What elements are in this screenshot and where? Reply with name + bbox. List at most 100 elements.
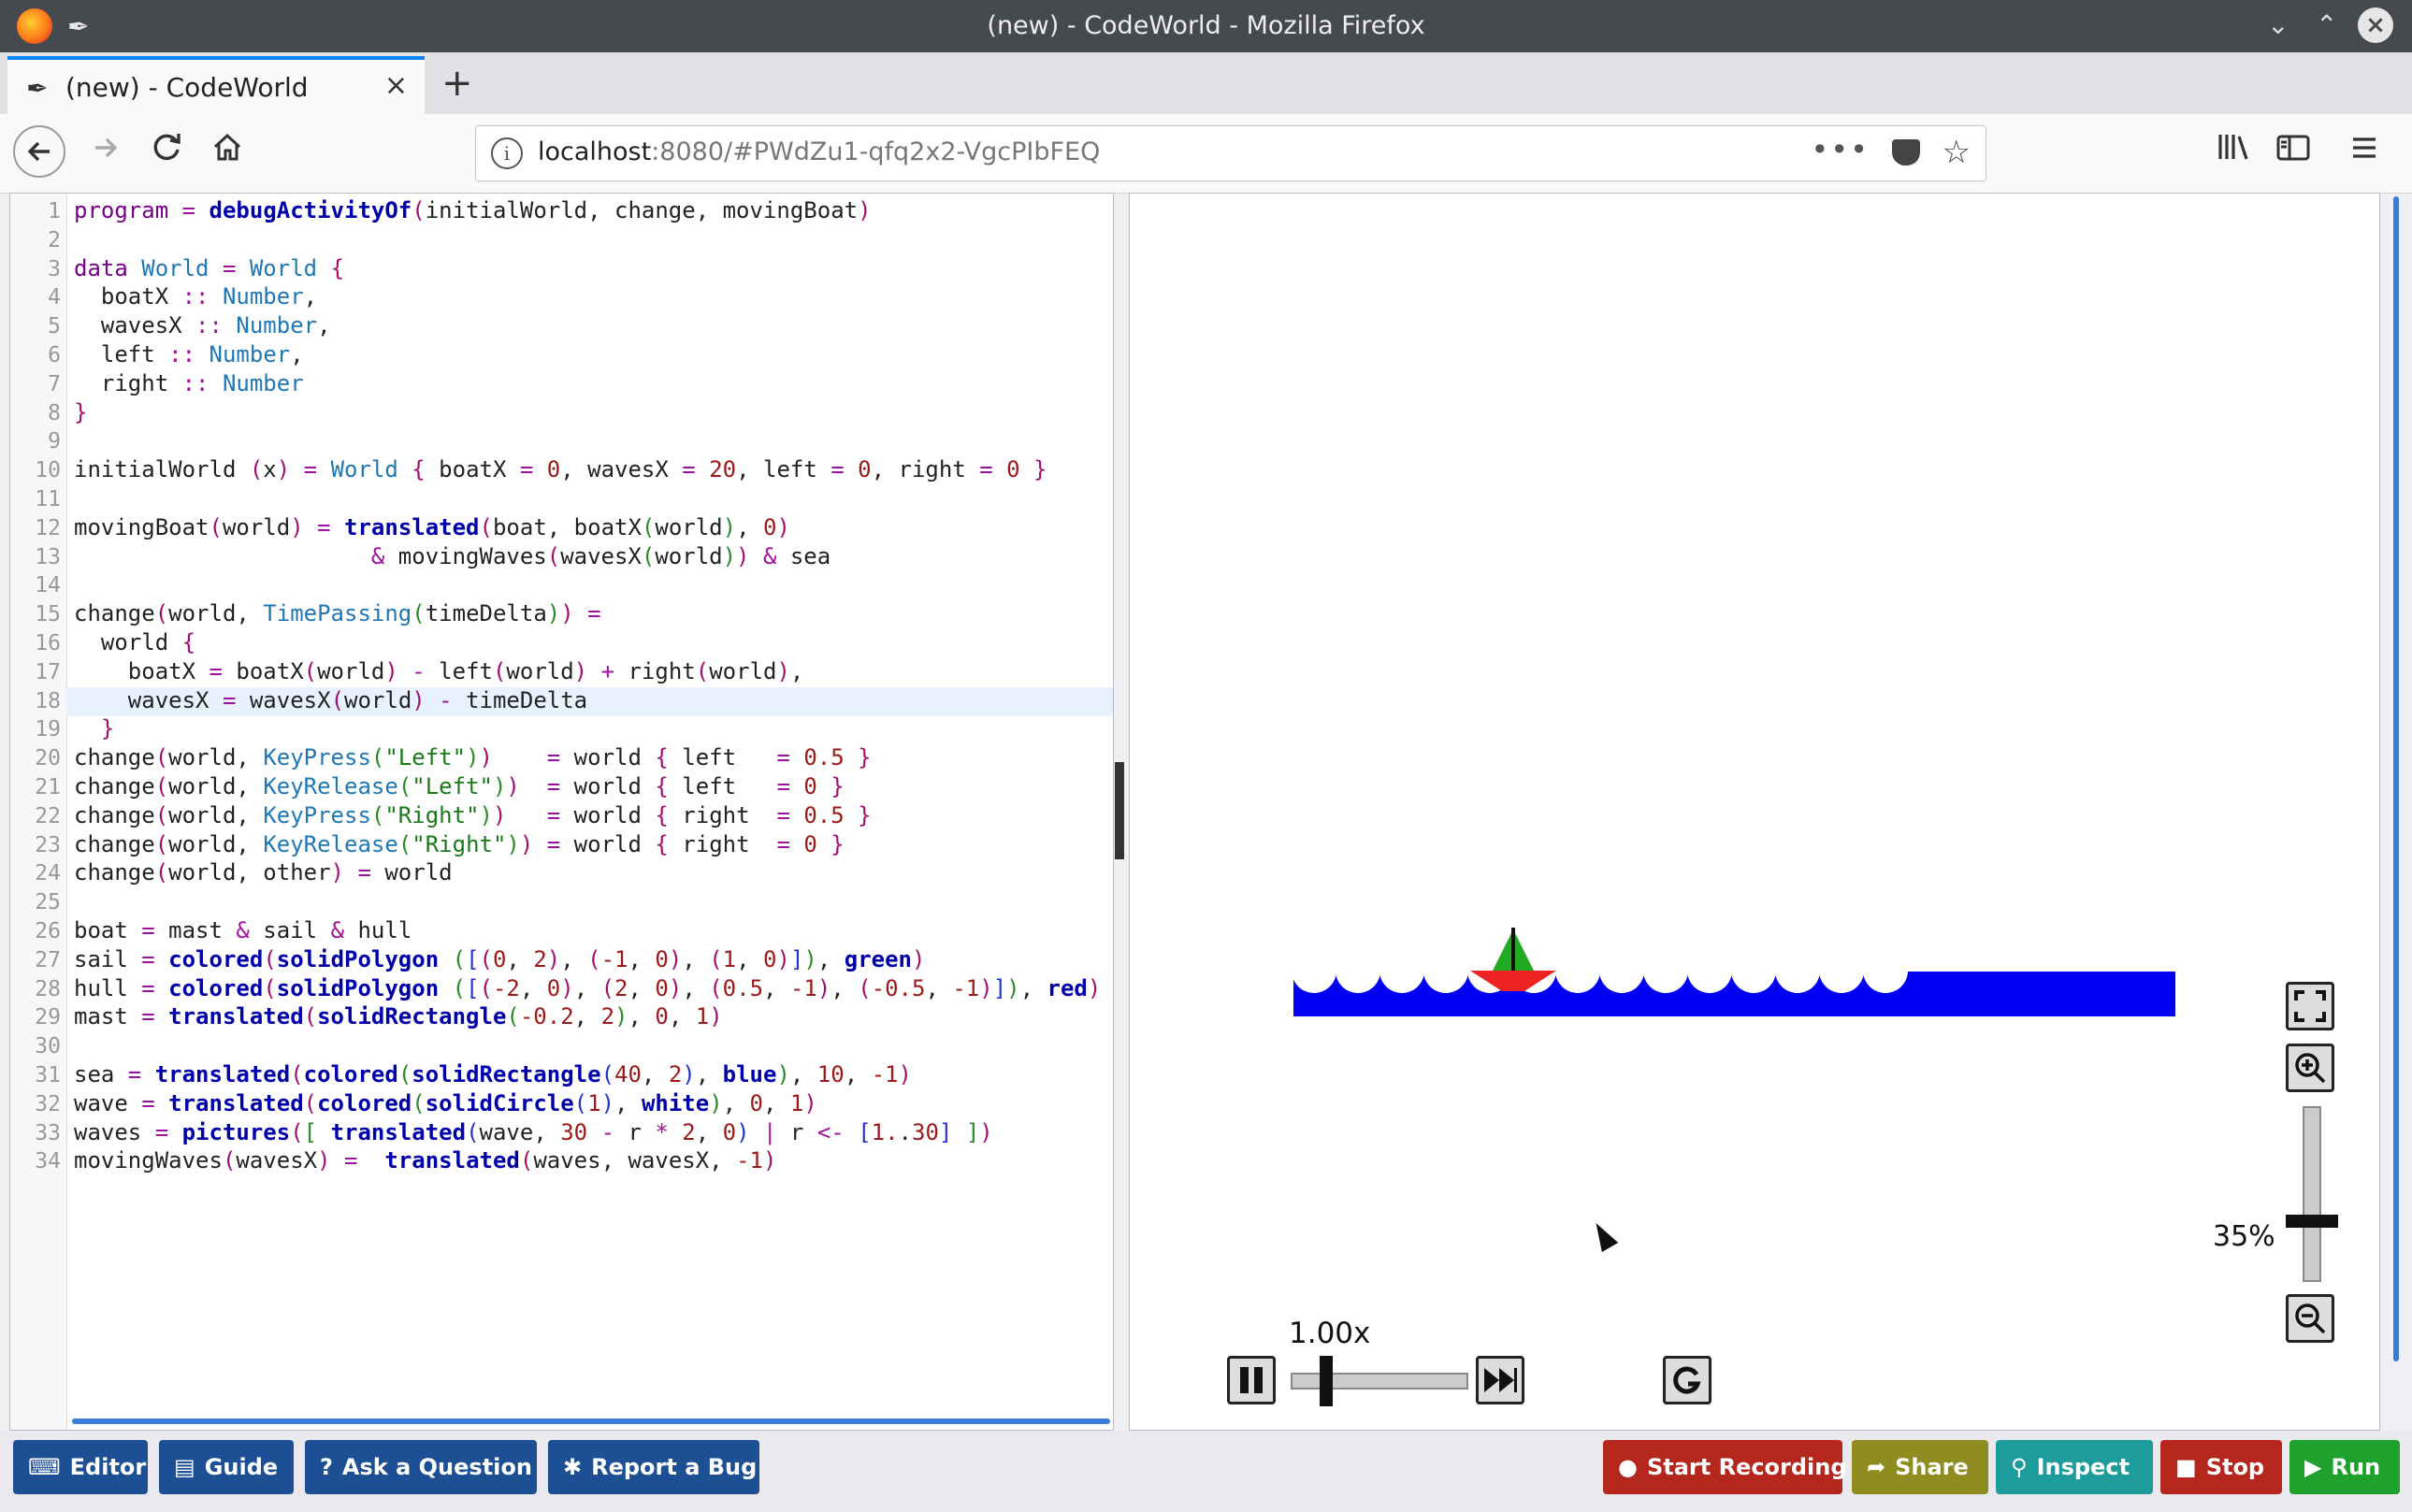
line-number: 12 xyxy=(35,515,61,540)
code-line[interactable]: data World = World { xyxy=(74,255,344,281)
code-line[interactable]: movingBoat(world) = translated(boat, boa… xyxy=(74,514,790,540)
speed-slider-handle[interactable] xyxy=(1319,1356,1333,1406)
code-line[interactable]: sea = translated(colored(solidRectangle(… xyxy=(74,1061,912,1087)
code-line[interactable]: change(world, KeyPress("Right")) = world… xyxy=(74,802,872,828)
tab-close-icon[interactable]: × xyxy=(384,69,408,102)
site-info-icon[interactable]: i xyxy=(491,137,523,169)
code-line[interactable]: boatX :: Number, xyxy=(74,283,317,310)
code-line[interactable]: world { xyxy=(74,629,195,655)
code-line[interactable]: change(world, KeyRelease("Left")) = worl… xyxy=(74,773,845,799)
code-line[interactable]: movingWaves(wavesX) = translated(waves, … xyxy=(74,1147,776,1174)
home-icon xyxy=(213,133,241,161)
line-number: 30 xyxy=(35,1034,61,1059)
fast-forward-button[interactable] xyxy=(1476,1356,1524,1404)
share-label: Share xyxy=(1895,1454,1969,1480)
line-number: 16 xyxy=(35,631,61,655)
url-path: :8080/#PWdZu1-qfq2x2-VgcPIbFEQ xyxy=(651,137,1101,166)
wave-circle xyxy=(1643,948,1688,993)
share-button[interactable]: ➦ Share xyxy=(1852,1440,1988,1494)
code-line[interactable]: wavesX = wavesX(world) - timeDelta xyxy=(74,687,587,713)
back-arrow-icon xyxy=(27,141,50,162)
code-line[interactable]: hull = colored(solidPolygon ([(-2, 0), (… xyxy=(74,975,1101,1001)
menu-icon[interactable] xyxy=(2349,133,2379,170)
pocket-icon[interactable] xyxy=(1892,139,1920,166)
record-icon: ● xyxy=(1618,1454,1638,1480)
window-titlebar: ✒ (new) - CodeWorld - Mozilla Firefox ⌄ … xyxy=(0,0,2412,52)
zoom-slider-handle[interactable] xyxy=(2286,1215,2338,1229)
window-close-icon[interactable]: × xyxy=(2358,7,2393,43)
line-number: 9 xyxy=(48,429,61,454)
output-canvas[interactable] xyxy=(1129,193,2380,1431)
run-button[interactable]: ▶ Run xyxy=(2289,1440,2400,1494)
code-line[interactable]: boatX = boatX(world) - left(world) + rig… xyxy=(74,658,804,684)
editor-button[interactable]: ⌨ Editor xyxy=(13,1440,148,1494)
code-line[interactable]: boat = mast & sail & hull xyxy=(74,917,412,943)
share-icon: ➦ xyxy=(1867,1454,1886,1480)
sidebar-toggle-icon[interactable] xyxy=(2276,133,2310,170)
ask-question-button[interactable]: ? Ask a Question xyxy=(305,1440,537,1494)
inspect-button[interactable]: ⚲ Inspect xyxy=(1996,1440,2153,1494)
editor-button-label: Editor xyxy=(69,1454,147,1480)
new-tab-button[interactable]: + xyxy=(441,62,473,105)
wave-circle xyxy=(1292,948,1336,993)
vertical-scrollbar[interactable] xyxy=(2393,196,2399,1361)
code-line[interactable]: initialWorld (x) = World { boatX = 0, wa… xyxy=(74,456,1047,482)
code-line[interactable]: program = debugActivityOf(initialWorld, … xyxy=(74,197,872,223)
fullscreen-icon xyxy=(2294,990,2326,1022)
start-recording-button[interactable]: ● Start Recording xyxy=(1603,1440,1847,1494)
page-actions-icon[interactable]: ••• xyxy=(1811,132,1870,167)
guide-button[interactable]: ▤ Guide xyxy=(159,1440,294,1494)
code-line[interactable]: wave = translated(colored(solidCircle(1)… xyxy=(74,1090,817,1116)
library-icon[interactable] xyxy=(2217,131,2254,171)
tab-codeworld[interactable]: ✒ (new) - CodeWorld × xyxy=(7,56,425,114)
code-line[interactable]: waves = pictures([ translated(wave, 30 -… xyxy=(74,1119,993,1145)
wave-circle xyxy=(1687,948,1732,993)
zoom-slider[interactable] xyxy=(2303,1106,2321,1282)
code-line[interactable]: } xyxy=(74,715,114,742)
code-line[interactable]: left :: Number, xyxy=(74,341,304,367)
fullscreen-button[interactable] xyxy=(2286,982,2334,1030)
boat-mast xyxy=(1511,928,1515,974)
url-host: localhost xyxy=(538,137,652,166)
line-number: 28 xyxy=(35,976,61,1001)
forward-button[interactable] xyxy=(92,133,120,170)
back-button[interactable] xyxy=(13,125,65,178)
zoom-in-button[interactable] xyxy=(2286,1044,2334,1092)
code-line[interactable]: change(world, KeyPress("Left")) = world … xyxy=(74,744,872,770)
forward-arrow-icon xyxy=(95,137,118,158)
code-line[interactable]: change(world, other) = world xyxy=(74,859,453,886)
home-button[interactable] xyxy=(211,131,243,171)
pane-splitter[interactable] xyxy=(1115,762,1124,859)
code-line[interactable]: wavesX :: Number, xyxy=(74,312,331,338)
pause-button[interactable] xyxy=(1227,1356,1276,1404)
code-line[interactable]: right :: Number xyxy=(74,370,304,396)
url-bar[interactable]: i localhost:8080/#PWdZu1-qfq2x2-VgcPIbFE… xyxy=(475,125,1986,181)
wave-circle xyxy=(1336,948,1380,993)
code-line[interactable]: & movingWaves(wavesX(world)) & sea xyxy=(74,543,830,569)
code-line[interactable]: change(world, KeyRelease("Right")) = wor… xyxy=(74,831,845,857)
report-bug-button[interactable]: ✱ Report a Bug xyxy=(548,1440,759,1494)
code-line[interactable]: change(world, TimePassing(timeDelta)) = xyxy=(74,600,601,626)
code-editor[interactable]: 1 2 3 4 5 6 7 8 9 10 11 12 13 14 15 16 17 18 19 20 21 22 23 24 2… xyxy=(9,193,1114,1431)
line-number-gutter: 1 2 3 4 5 6 7 8 9 10 11 12 13 14 15 16 17 18 19 20 21 22 23 24 2… xyxy=(10,194,67,1430)
codeworld-favicon-icon: ✒ xyxy=(26,73,49,104)
reload-button[interactable] xyxy=(152,131,183,171)
restart-button[interactable] xyxy=(1663,1356,1712,1404)
maximize-icon[interactable]: ⌃ xyxy=(2316,9,2337,40)
minimize-icon[interactable]: ⌄ xyxy=(2267,9,2289,40)
code-line[interactable]: sail = colored(solidPolygon ([(0, 2), (-… xyxy=(74,946,925,972)
line-number: 21 xyxy=(35,775,61,799)
stop-button[interactable]: ■ Stop xyxy=(2160,1440,2282,1494)
bookmark-star-icon[interactable]: ☆ xyxy=(1943,134,1971,171)
zoom-label: 35% xyxy=(2213,1220,2275,1253)
zoom-out-button[interactable] xyxy=(2286,1294,2334,1343)
code-line[interactable]: mast = translated(solidRectangle(-0.2, 2… xyxy=(74,1003,723,1030)
line-number: 1 xyxy=(48,199,61,223)
wave-circle xyxy=(1819,948,1864,993)
code-line[interactable]: } xyxy=(74,399,87,425)
horizontal-scrollbar[interactable] xyxy=(72,1418,1110,1424)
line-number: 25 xyxy=(35,890,61,915)
speed-slider[interactable] xyxy=(1291,1373,1468,1390)
line-number: 8 xyxy=(48,400,61,425)
url-text[interactable]: localhost:8080/#PWdZu1-qfq2x2-VgcPIbFEQ xyxy=(538,137,1100,166)
